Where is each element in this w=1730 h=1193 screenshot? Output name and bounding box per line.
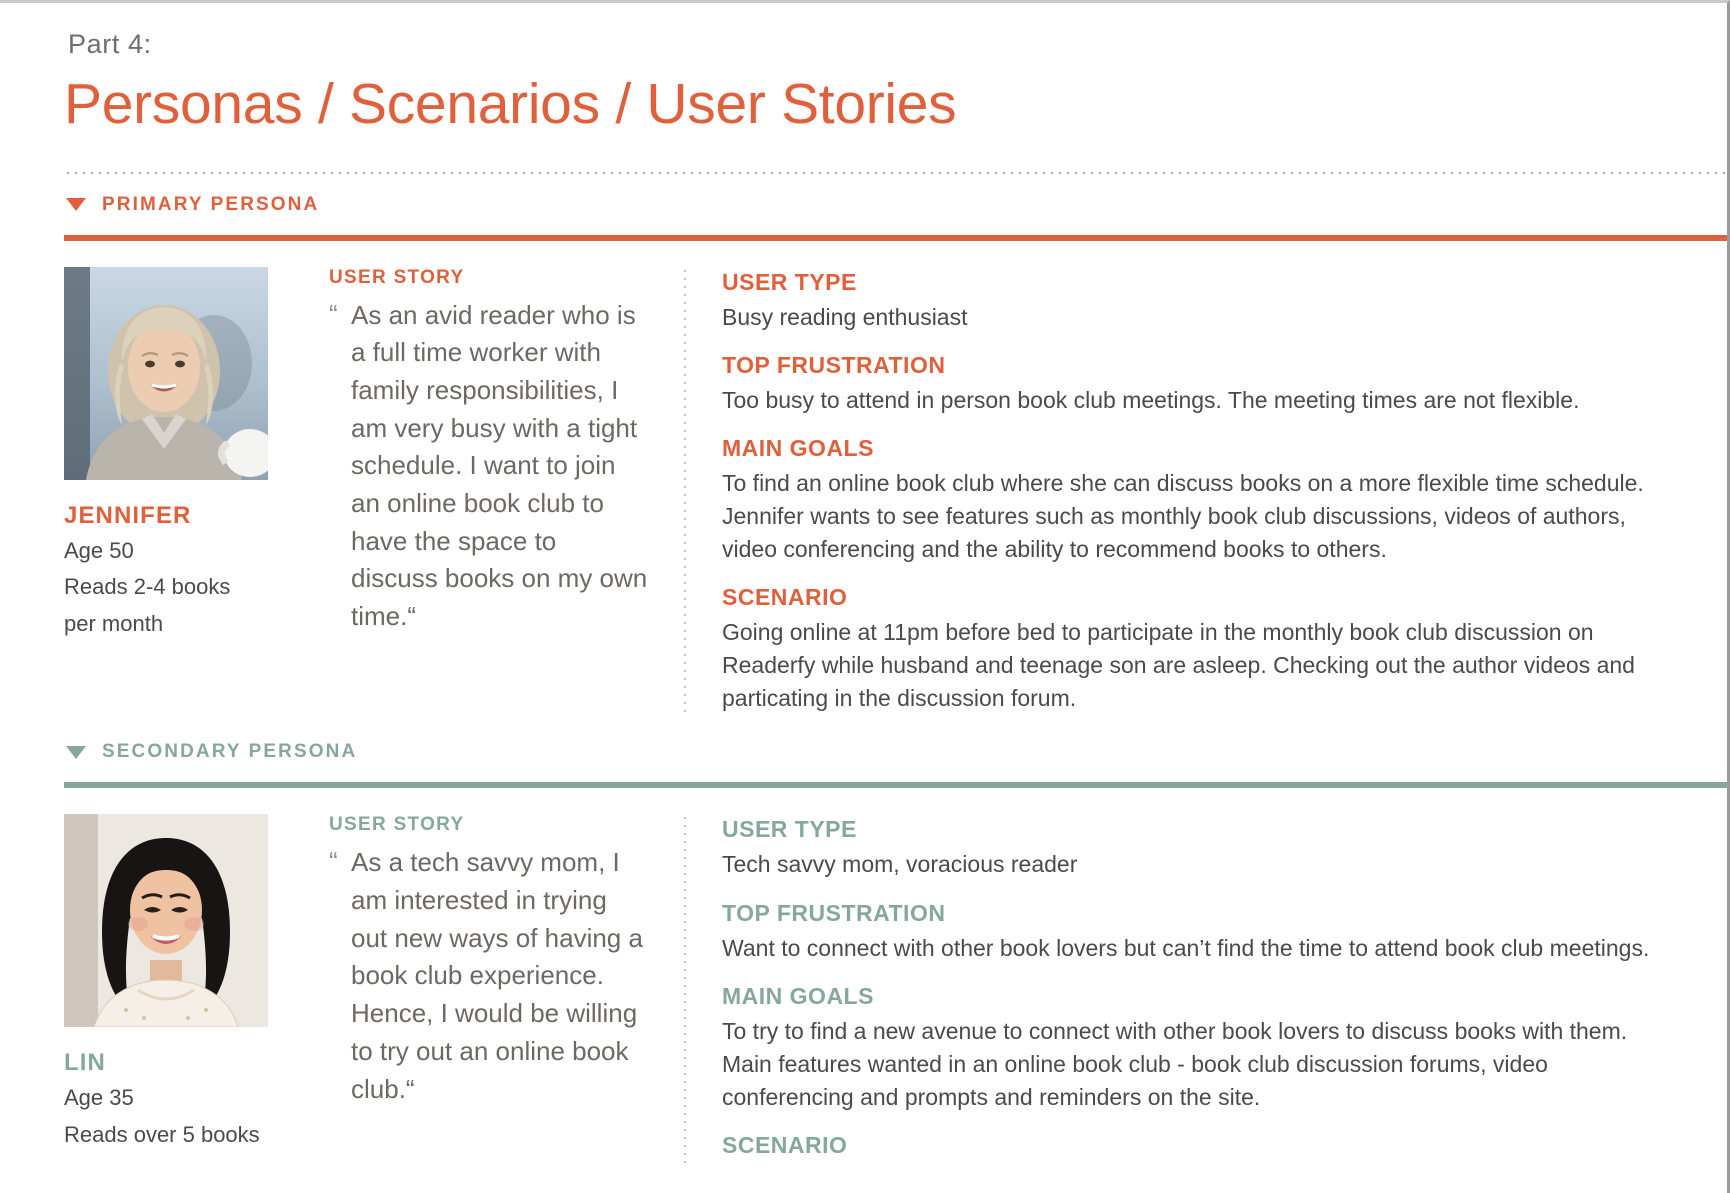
detail-line: video conferencing and the ability to re… <box>722 535 1387 562</box>
detail-head-scenario-primary: SCENARIO <box>722 584 848 611</box>
detail-head-top-frustration-primary: TOP FRUSTRATION <box>722 351 946 378</box>
user-story-kicker-secondary: USER STORY <box>329 814 465 836</box>
persona-name-jennifer: JENNIFER <box>64 501 192 529</box>
quote-open-mark: “ <box>329 846 338 877</box>
detail-line: To find an online book club where she ca… <box>722 469 1644 496</box>
detail-line: conferencing and prompts and reminders o… <box>722 1083 1261 1110</box>
quote-close-mark: “ <box>405 1073 415 1104</box>
quote-close-mark: “ <box>407 601 417 632</box>
user-story-quote-primary: “As an avid reader who is a full time wo… <box>329 297 650 636</box>
quote-open-mark: “ <box>329 298 338 329</box>
detail-block-scenario-secondary: SCENARIO <box>722 1131 1727 1159</box>
detail-head-top-frustration-secondary: TOP FRUSTRATION <box>722 899 946 926</box>
avatar-lin <box>64 814 268 1028</box>
page-frame: Part 4: Personas / Scenarios / User Stor… <box>0 0 1730 1193</box>
primary-persona-header[interactable]: PRIMARY PERSONA <box>64 192 1727 218</box>
detail-line: Busy reading enthusiast <box>722 303 968 330</box>
detail-line: Want to connect with other book lovers b… <box>722 934 1650 961</box>
persona-age-lin: Age 35 <box>64 1085 134 1111</box>
secondary-detail-column: USER TYPE Tech savvy mom, voracious read… <box>722 814 1727 1164</box>
detail-line: Tech savvy mom, voracious reader <box>722 851 1078 878</box>
primary-persona-label: PRIMARY PERSONA <box>102 193 320 215</box>
detail-head-scenario-secondary: SCENARIO <box>722 1131 848 1158</box>
page-title: Personas / Scenarios / User Stories <box>64 72 957 136</box>
avatar-jennifer <box>64 266 268 480</box>
detail-line: Jennifer wants to see features such as m… <box>722 502 1626 529</box>
detail-line: Readerfy while husband and teenage son a… <box>722 652 1635 679</box>
detail-line: To try to find a new avenue to connect w… <box>722 1017 1628 1044</box>
primary-accent-bar <box>64 234 1727 241</box>
secondary-vertical-divider <box>684 814 686 1164</box>
detail-head-user-type-primary: USER TYPE <box>722 268 857 295</box>
detail-head-main-goals-primary: MAIN GOALS <box>722 434 874 461</box>
persona-reads-jennifer-line2: per month <box>64 611 164 637</box>
detail-block-top-frustration-secondary: TOP FRUSTRATION Want to connect with oth… <box>722 899 1727 965</box>
secondary-persona-label: SECONDARY PERSONA <box>102 741 358 763</box>
detail-line: Main features wanted in an online book c… <box>722 1050 1548 1077</box>
detail-head-user-type-secondary: USER TYPE <box>722 816 857 843</box>
secondary-accent-bar <box>64 782 1727 789</box>
triangle-down-icon[interactable] <box>66 198 86 212</box>
page-content: Part 4: Personas / Scenarios / User Stor… <box>0 3 1727 1164</box>
secondary-persona-section: SECONDARY PERSONA LIN Age 35 Reads over … <box>64 739 1727 1164</box>
detail-line: Too busy to attend in person book club m… <box>722 386 1580 413</box>
detail-block-user-type-primary: USER TYPE Busy reading enthusiast <box>722 268 1727 334</box>
detail-block-top-frustration-primary: TOP FRUSTRATION Too busy to attend in pe… <box>722 351 1727 417</box>
primary-persona-section: PRIMARY PERSONA JENNIFER Age 50 Reads 2-… <box>64 192 1727 716</box>
persona-age-jennifer: Age 50 <box>64 537 134 563</box>
detail-line: Going online at 11pm before bed to parti… <box>722 619 1594 646</box>
secondary-persona-body: LIN Age 35 Reads over 5 books USER STORY… <box>64 814 1727 1164</box>
primary-persona-body: JENNIFER Age 50 Reads 2-4 books per mont… <box>64 266 1727 716</box>
section-divider-dotted <box>64 171 1727 174</box>
triangle-down-icon[interactable] <box>66 745 86 759</box>
detail-block-main-goals-primary: MAIN GOALS To find an online book club w… <box>722 434 1727 566</box>
user-story-text-primary: As an avid reader who is a full time wor… <box>351 299 648 632</box>
detail-head-main-goals-secondary: MAIN GOALS <box>722 982 874 1009</box>
primary-detail-column: USER TYPE Busy reading enthusiast TOP FR… <box>722 267 1727 716</box>
secondary-profile-column: LIN Age 35 Reads over 5 books <box>64 814 304 1151</box>
persona-reads-jennifer-line1: Reads 2-4 books <box>64 574 231 600</box>
user-story-kicker-primary: USER STORY <box>329 266 465 288</box>
detail-block-main-goals-secondary: MAIN GOALS To try to find a new avenue t… <box>722 982 1727 1114</box>
user-story-text-secondary: As a tech savvy mom, I am interested in … <box>351 847 643 1104</box>
persona-reads-lin-line1: Reads over 5 books <box>64 1122 260 1148</box>
detail-block-user-type-secondary: USER TYPE Tech savvy mom, voracious read… <box>722 816 1727 881</box>
persona-name-lin: LIN <box>64 1049 106 1077</box>
primary-story-column: USER STORY “As an avid reader who is a f… <box>304 267 684 636</box>
part-label: Part 4: <box>68 29 152 59</box>
secondary-persona-header[interactable]: SECONDARY PERSONA <box>64 739 1727 765</box>
secondary-story-column: USER STORY “As a tech savvy mom, I am in… <box>304 814 684 1108</box>
detail-line: particating in the discussion forum. <box>722 685 1077 712</box>
user-story-quote-secondary: “As a tech savvy mom, I am interested in… <box>329 844 650 1108</box>
detail-block-scenario-primary: SCENARIO Going online at 11pm before bed… <box>722 584 1727 715</box>
primary-vertical-divider <box>684 266 686 716</box>
primary-profile-column: JENNIFER Age 50 Reads 2-4 books per mont… <box>64 266 304 641</box>
